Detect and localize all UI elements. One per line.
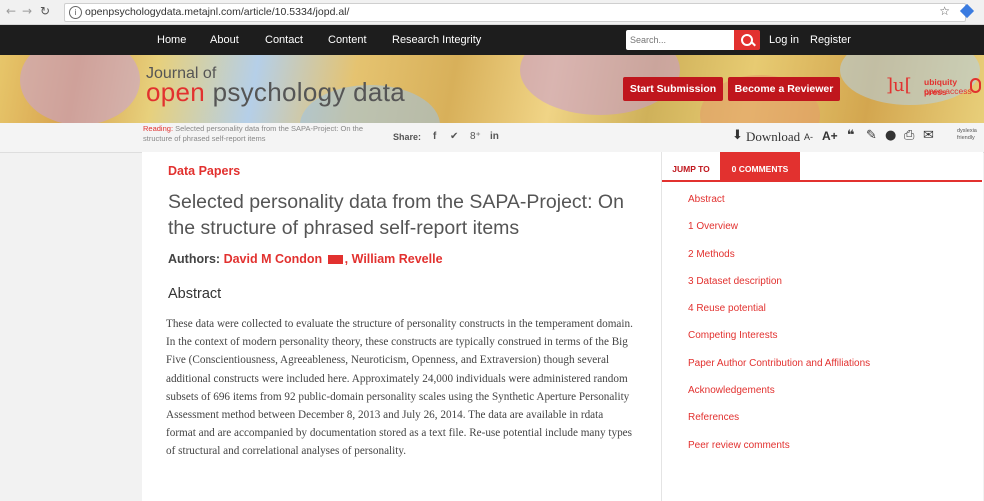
edit-icon[interactable]: ✎ [866, 128, 877, 143]
font-decrease-button[interactable]: A- [804, 132, 813, 142]
journal-title: open psychology data [146, 77, 405, 107]
reload-icon[interactable]: ↻ [40, 4, 50, 18]
toc-item-abstract[interactable]: Abstract [688, 190, 870, 217]
table-of-contents: Abstract 1 Overview 2 Methods 3 Dataset … [688, 190, 870, 463]
address-bar[interactable]: i openpsychologydata.metajnl.com/article… [64, 3, 966, 22]
site-info-icon[interactable]: i [69, 6, 82, 19]
start-submission-button[interactable]: Start Submission [623, 77, 723, 101]
nav-home[interactable]: Home [157, 34, 186, 46]
login-link[interactable]: Log in [769, 34, 799, 46]
cite-icon[interactable]: ❝ [847, 128, 855, 143]
search-box [626, 30, 734, 50]
back-icon[interactable]: ← [6, 4, 16, 18]
author-link-revelle[interactable]: William Revelle [352, 252, 443, 266]
dyslexia-friendly-toggle[interactable]: dyslexia friendly [957, 128, 977, 142]
section-label[interactable]: Data Papers [168, 164, 240, 178]
font-increase-button[interactable]: A+ [822, 129, 838, 143]
reading-indicator: Reading: Selected personality data from … [143, 124, 363, 143]
toc-item-overview[interactable]: 1 Overview [688, 217, 870, 244]
search-icon [741, 34, 753, 46]
download-link[interactable]: Download [746, 129, 800, 145]
toc-item-methods[interactable]: 2 Methods [688, 245, 870, 272]
forward-icon[interactable]: → [22, 4, 32, 18]
email-icon[interactable] [327, 255, 343, 264]
toc-item-competing-interests[interactable]: Competing Interests [688, 326, 870, 353]
toc-item-references[interactable]: References [688, 408, 870, 435]
toc-item-peer-review[interactable]: Peer review comments [688, 436, 870, 463]
article-page: Data Papers Selected personality data fr… [142, 152, 983, 501]
reading-toolbar: Reading: Selected personality data from … [0, 123, 984, 153]
email-icon[interactable]: ✉ [923, 128, 934, 143]
nav-research-integrity[interactable]: Research Integrity [392, 34, 481, 46]
google-plus-icon[interactable]: 8⁺ [470, 131, 481, 142]
comment-icon[interactable]: ● [885, 128, 896, 143]
facebook-icon[interactable]: f [433, 131, 436, 142]
linkedin-icon[interactable]: in [490, 131, 499, 142]
tab-underline [662, 180, 982, 182]
nav-content[interactable]: Content [328, 34, 367, 46]
site-nav: Home About Contact Content Research Inte… [0, 25, 984, 55]
register-link[interactable]: Register [810, 34, 851, 46]
print-icon[interactable]: ⎙ [904, 128, 914, 143]
journal-banner: Journal of open psychology data Start Su… [0, 55, 984, 123]
nav-about[interactable]: About [210, 34, 239, 46]
search-input[interactable] [626, 30, 734, 50]
article-sidebar: JUMP TO 0 COMMENTS Abstract 1 Overview 2… [661, 152, 984, 501]
twitter-icon[interactable]: ✔ [450, 131, 458, 142]
open-access-icon [970, 78, 981, 93]
share-label: Share: [393, 132, 422, 142]
become-reviewer-button[interactable]: Become a Reviewer [728, 77, 840, 101]
toc-item-reuse-potential[interactable]: 4 Reuse potential [688, 299, 870, 326]
browser-toolbar: ← → ↻ i openpsychologydata.metajnl.com/a… [0, 0, 984, 25]
download-icon[interactable]: ⬇ [732, 128, 743, 143]
search-button[interactable] [734, 30, 760, 50]
abstract-heading: Abstract [168, 286, 222, 302]
author-link-condon[interactable]: David M Condon [224, 252, 323, 266]
toc-item-acknowledgements[interactable]: Acknowledgements [688, 381, 870, 408]
tab-jump-to[interactable]: JUMP TO [662, 158, 720, 180]
abstract-text: These data were collected to evaluate th… [166, 318, 633, 458]
nav-contact[interactable]: Contact [265, 34, 303, 46]
toc-item-dataset-description[interactable]: 3 Dataset description [688, 272, 870, 299]
article-title: Selected personality data from the SAPA-… [168, 191, 624, 239]
article-content: Data Papers Selected personality data fr… [142, 152, 642, 501]
bookmark-star-icon[interactable]: ☆ [939, 4, 950, 18]
ubiquity-press-logo[interactable]: ]u[ ubiquity press open access [886, 75, 981, 101]
url-text[interactable]: openpsychologydata.metajnl.com/article/1… [85, 6, 349, 18]
authors-line: Authors: David M Condon , William Revell… [168, 252, 443, 266]
tab-comments[interactable]: 0 COMMENTS [720, 152, 800, 180]
toc-item-author-contribution[interactable]: Paper Author Contribution and Affiliatio… [688, 354, 870, 381]
